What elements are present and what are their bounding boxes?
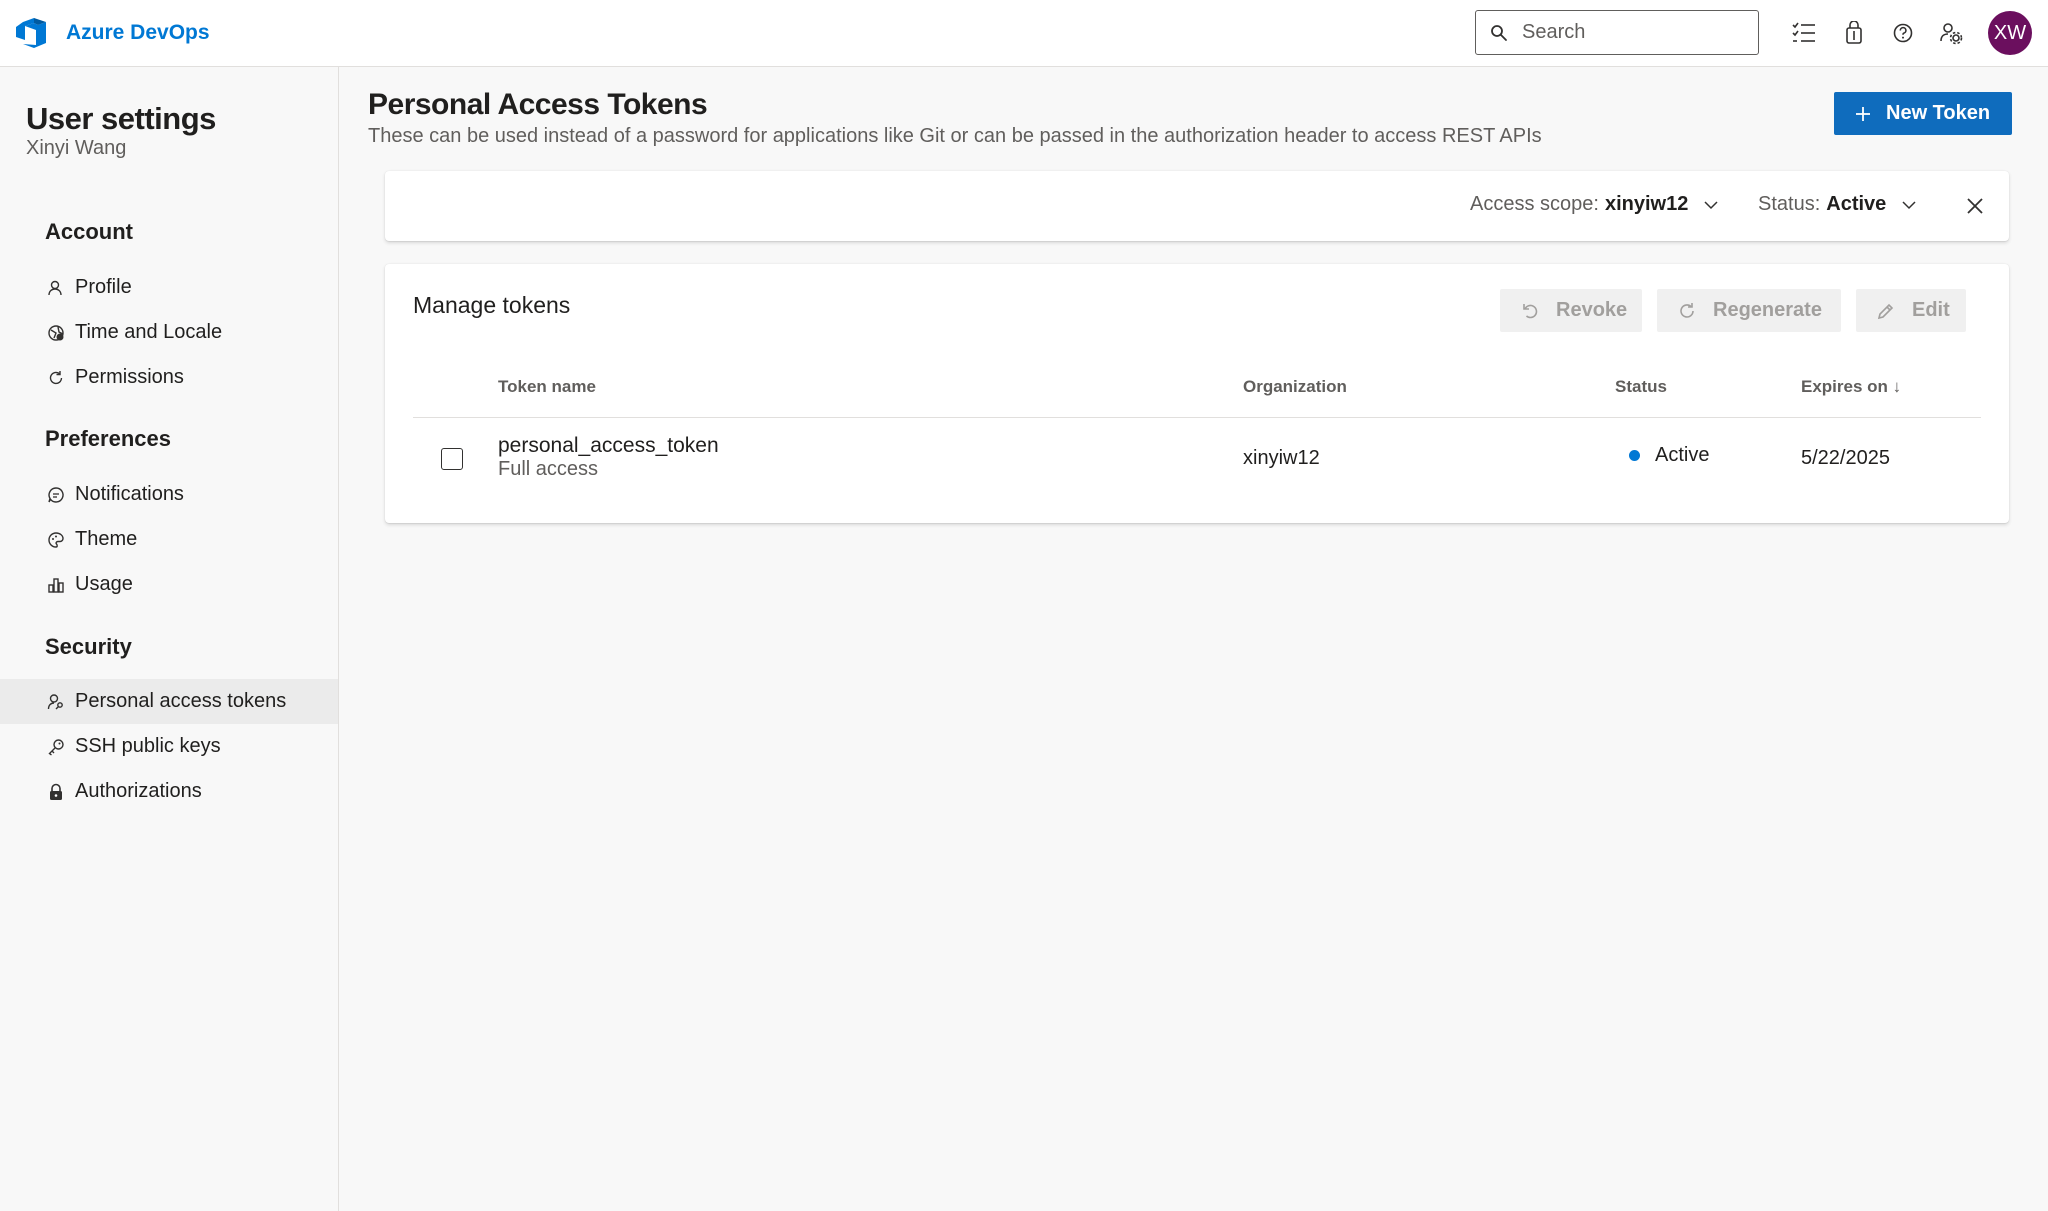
column-header-expires-on[interactable]: Expires on ↓ xyxy=(1801,377,1901,397)
column-header-token-name[interactable]: Token name xyxy=(498,377,596,397)
page-description: These can be used instead of a password … xyxy=(368,125,1542,147)
sidebar-item-label: Notifications xyxy=(75,483,184,505)
top-bar: Azure DevOps Search XW xyxy=(0,0,2048,67)
sidebar-item-label: Permissions xyxy=(75,366,184,388)
refresh-icon xyxy=(47,369,65,387)
new-token-label: New Token xyxy=(1886,102,1991,124)
sidebar-item-authorizations[interactable]: Authorizations xyxy=(0,769,338,814)
token-organization: xinyiw12 xyxy=(1243,447,1320,469)
sidebar-item-profile[interactable]: Profile xyxy=(0,265,338,310)
sidebar-user-name: Xinyi Wang xyxy=(26,137,127,159)
token-status: Active xyxy=(1655,444,1710,466)
card-title: Manage tokens xyxy=(413,292,571,318)
chevron-down-icon xyxy=(1704,200,1718,209)
section-preferences: Preferences xyxy=(45,426,171,451)
sidebar-item-time-and-locale[interactable]: Time and Locale xyxy=(0,310,338,355)
sidebar-item-personal-access-tokens[interactable]: Personal access tokens xyxy=(0,679,338,724)
filter-bar: Access scope: xinyiw12 Status: Active xyxy=(385,171,2009,241)
column-header-organization[interactable]: Organization xyxy=(1243,377,1347,397)
avatar[interactable]: XW xyxy=(1988,11,2032,55)
row-checkbox[interactable] xyxy=(441,448,463,470)
sidebar-item-label: Profile xyxy=(75,276,132,298)
new-token-button[interactable]: New Token xyxy=(1834,92,2012,135)
edit-button[interactable]: Edit xyxy=(1856,289,1966,332)
sidebar-item-label: SSH public keys xyxy=(75,735,221,757)
sidebar-title: User settings xyxy=(26,101,216,136)
revoke-label: Revoke xyxy=(1556,299,1628,321)
close-icon[interactable] xyxy=(1964,195,1986,217)
token-expires: 5/22/2025 xyxy=(1801,447,1890,469)
status-filter-label: Status: xyxy=(1758,193,1821,215)
work-items-icon[interactable] xyxy=(1789,18,1819,48)
lock-icon xyxy=(47,783,65,801)
refresh-icon xyxy=(1680,302,1694,318)
undo-icon xyxy=(1523,303,1538,318)
sidebar-item-label: Authorizations xyxy=(75,780,202,802)
sidebar-item-ssh-public-keys[interactable]: SSH public keys xyxy=(0,724,338,769)
section-security: Security xyxy=(45,634,132,659)
chart-icon xyxy=(47,576,65,594)
globe-icon xyxy=(47,324,65,342)
manage-tokens-card: Manage tokens Revoke Regenerate Edit Tok… xyxy=(385,264,2009,523)
access-scope-label: Access scope: xyxy=(1470,193,1599,215)
status-filter-value: Active xyxy=(1826,193,1887,215)
sidebar-item-label: Usage xyxy=(75,573,133,595)
sidebar-item-permissions[interactable]: Permissions xyxy=(0,355,338,400)
help-icon[interactable] xyxy=(1888,18,1918,48)
token-name[interactable]: personal_access_token xyxy=(498,434,719,458)
search-box[interactable] xyxy=(1475,10,1759,55)
sidebar: User settings Xinyi Wang Account Profile… xyxy=(0,67,339,1211)
user-settings-icon[interactable] xyxy=(1936,18,1966,48)
key-icon xyxy=(47,738,65,756)
user-key-icon xyxy=(47,693,65,711)
table-divider xyxy=(413,417,1981,418)
brand-link[interactable]: Azure DevOps xyxy=(14,14,210,52)
page-title: Personal Access Tokens xyxy=(368,88,708,121)
chevron-down-icon xyxy=(1902,200,1916,209)
palette-icon xyxy=(47,531,65,549)
edit-label: Edit xyxy=(1912,299,1950,321)
marketplace-icon[interactable] xyxy=(1839,18,1869,48)
search-input[interactable] xyxy=(1522,21,1742,44)
section-account: Account xyxy=(45,219,133,244)
sidebar-item-usage[interactable]: Usage xyxy=(0,562,338,607)
access-scope-value: xinyiw12 xyxy=(1604,193,1689,215)
plus-icon xyxy=(1856,106,1870,121)
sidebar-item-label: Theme xyxy=(75,528,138,550)
search-icon xyxy=(1491,24,1507,41)
status-filter[interactable]: Status: Active xyxy=(1758,193,1918,216)
access-scope-filter[interactable]: Access scope: xinyiw12 xyxy=(1470,193,1720,216)
status-dot-icon xyxy=(1629,450,1640,461)
chat-icon xyxy=(47,486,65,504)
profile-icon xyxy=(47,279,65,297)
app-name: Azure DevOps xyxy=(66,21,210,44)
column-header-status[interactable]: Status xyxy=(1615,377,1667,397)
regenerate-label: Regenerate xyxy=(1713,299,1822,321)
regenerate-button[interactable]: Regenerate xyxy=(1657,289,1841,332)
token-scope: Full access xyxy=(498,458,599,480)
sidebar-item-theme[interactable]: Theme xyxy=(0,517,338,562)
azure-devops-logo-icon xyxy=(16,18,46,48)
revoke-button[interactable]: Revoke xyxy=(1500,289,1642,332)
sidebar-item-label: Time and Locale xyxy=(75,321,223,343)
pencil-icon xyxy=(1877,303,1894,319)
sidebar-item-notifications[interactable]: Notifications xyxy=(0,472,338,517)
sidebar-item-label: Personal access tokens xyxy=(75,690,287,712)
